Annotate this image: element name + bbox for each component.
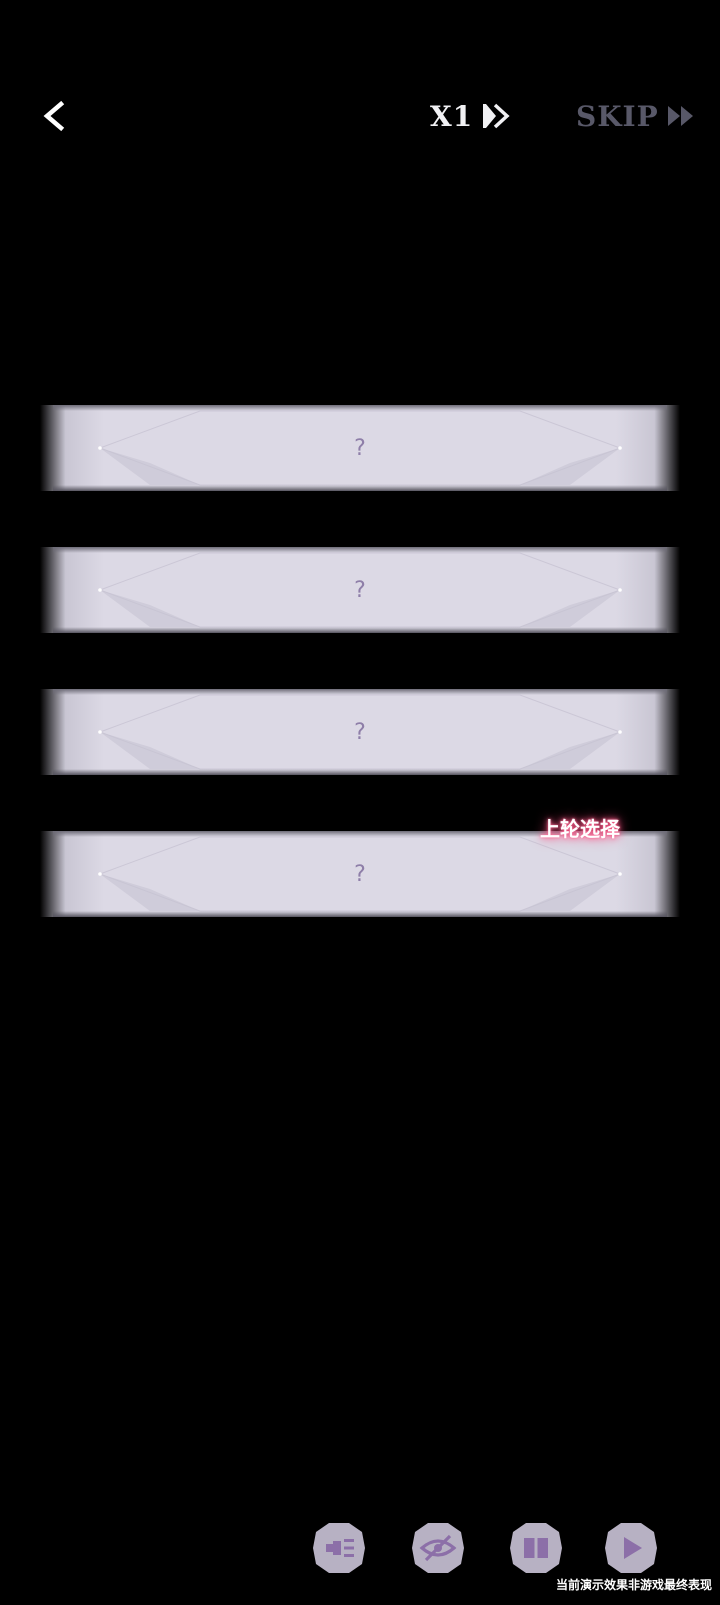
choice-option-1[interactable]: ? [40, 405, 680, 491]
choice-option-2[interactable]: ? [40, 547, 680, 633]
choice-option-3[interactable]: ? [40, 689, 680, 775]
double-chevron-right-icon [483, 103, 510, 129]
skip-button[interactable]: SKIP [576, 92, 695, 140]
option-text: ? [354, 719, 366, 745]
back-button[interactable] [30, 92, 78, 140]
fast-forward-icon [667, 106, 693, 126]
demo-disclaimer: 当前演示效果非游戏最终表现 [555, 1578, 712, 1592]
book-button[interactable] [508, 1520, 564, 1576]
log-button[interactable] [311, 1520, 367, 1576]
choice-list: ? ? ? ? 上轮选择 [40, 405, 680, 973]
speed-label: X1 [430, 99, 474, 133]
chevron-left-icon [43, 100, 65, 132]
book-icon [510, 1523, 562, 1573]
hide-eye-icon [412, 1523, 464, 1573]
option-text: ? [354, 861, 366, 887]
option-text: ? [354, 435, 366, 461]
choice-option-4[interactable]: ? 上轮选择 [40, 817, 680, 917]
option-text: ? [354, 577, 366, 603]
bottom-toolbar [0, 1520, 720, 1576]
hide-ui-button[interactable] [410, 1520, 466, 1576]
speed-button[interactable]: X1 [430, 92, 513, 140]
auto-play-button[interactable] [603, 1520, 659, 1576]
skip-label: SKIP [576, 99, 659, 133]
play-icon [605, 1523, 657, 1573]
log-icon [313, 1523, 365, 1573]
last-choice-badge: 上轮选择 [540, 817, 620, 841]
